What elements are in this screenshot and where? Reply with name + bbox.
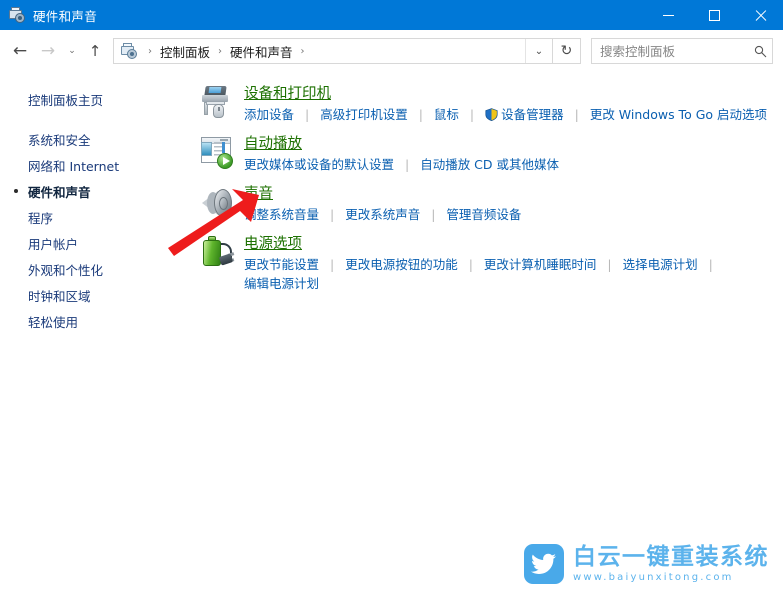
minimize-button[interactable] [645,0,691,30]
autoplay-icon [198,134,236,174]
search-input[interactable] [592,42,750,60]
category-title-link[interactable]: 声音 [244,184,273,204]
refresh-button[interactable]: ↻ [553,38,581,64]
link-advanced-printer-setup[interactable]: 高级打印机设置 [320,107,408,122]
sidebar: 控制面板主页 系统和安全 网络和 Internet 硬件和声音 程序 用户帐户 … [0,72,190,592]
up-arrow-icon: ↑ [88,42,102,60]
minimize-icon [662,14,674,16]
sidebar-item-clock-and-region[interactable]: 时钟和区域 [0,282,190,308]
devices-and-printers-icon [198,84,236,124]
sidebar-item-ease-of-access[interactable]: 轻松使用 [0,308,190,334]
close-icon [754,9,767,22]
address-bar-icon [121,43,137,59]
link-manage-audio-devices[interactable]: 管理音频设备 [446,207,521,222]
content-area: 控制面板主页 系统和安全 网络和 Internet 硬件和声音 程序 用户帐户 … [0,72,783,592]
recent-locations-button[interactable]: ⌄ [62,36,82,66]
uac-shield-icon [485,108,498,121]
back-button[interactable]: ← [6,36,34,66]
watermark-url: www.baiyunxitong.com [573,571,734,583]
forward-button[interactable]: → [34,36,62,66]
sidebar-item-hardware-and-sound[interactable]: 硬件和声音 [0,178,190,204]
address-bar[interactable]: › 控制面板 › 硬件和声音 › ⌄ [113,38,553,64]
sidebar-item-appearance-and-personalization[interactable]: 外观和个性化 [0,256,190,282]
breadcrumb-separator: › [218,45,223,57]
breadcrumb-item-hardware-and-sound[interactable]: 硬件和声音 [227,42,296,61]
category-links: 更改节能设置 | 更改电源按钮的功能 | 更改计算机睡眠时间 | 选择电源计划 … [244,257,713,291]
category-title-link[interactable]: 电源选项 [244,234,302,254]
sidebar-item-label: 用户帐户 [28,236,79,252]
link-change-system-sounds[interactable]: 更改系统声音 [345,207,420,222]
power-options-icon [198,234,236,274]
sidebar-item-home[interactable]: 控制面板主页 [0,86,190,112]
category-links: 添加设备 | 高级打印机设置 | 鼠标 | 设备管理器 | 更改 Windows… [244,107,767,122]
link-change-sleep-time[interactable]: 更改计算机睡眠时间 [484,257,597,272]
category-links: 更改媒体或设备的默认设置 | 自动播放 CD 或其他媒体 [244,157,560,172]
navigation-toolbar: ← → ⌄ ↑ › 控制面板 › 硬件和声音 › ⌄ ↻ [0,30,783,72]
sidebar-item-network-and-internet[interactable]: 网络和 Internet [0,152,190,178]
sidebar-item-label: 网络和 Internet [28,158,120,174]
bird-logo-icon [524,544,564,584]
sidebar-item-system-and-security[interactable]: 系统和安全 [0,126,190,152]
link-mouse[interactable]: 鼠标 [434,107,459,122]
category-devices-and-printers: 设备和打印机 添加设备 | 高级打印机设置 | 鼠标 | 设备管理器 | 更改 … [190,78,783,124]
link-windows-to-go-startup-options[interactable]: 更改 Windows To Go 启动选项 [590,107,767,122]
breadcrumb-separator: › [148,45,152,57]
watermark: 白云一键重装系统 www.baiyunxitong.com [524,544,769,584]
link-change-power-button-behavior[interactable]: 更改电源按钮的功能 [345,257,458,272]
sidebar-item-label: 时钟和区域 [28,288,91,304]
sound-icon [198,184,236,224]
category-power-options: 电源选项 更改节能设置 | 更改电源按钮的功能 | 更改计算机睡眠时间 | 选择… [190,228,783,293]
sidebar-item-label: 硬件和声音 [28,184,91,200]
title-bar: 硬件和声音 [0,0,783,30]
sidebar-item-user-accounts[interactable]: 用户帐户 [0,230,190,256]
link-edit-power-plan[interactable]: 编辑电源计划 [244,276,319,291]
link-adjust-system-volume[interactable]: 调整系统音量 [244,207,319,222]
breadcrumb-separator-trailing[interactable]: › [296,46,310,57]
back-arrow-icon: ← [12,40,28,61]
refresh-icon: ↻ [560,43,573,59]
sidebar-item-label: 系统和安全 [28,132,91,148]
search-icon[interactable] [749,45,772,58]
sidebar-item-label: 外观和个性化 [28,262,104,278]
link-choose-power-plan[interactable]: 选择电源计划 [623,257,698,272]
maximize-button[interactable] [691,0,737,30]
link-change-power-saving-settings[interactable]: 更改节能设置 [244,257,319,272]
breadcrumb-item-control-panel[interactable]: 控制面板 [157,42,213,61]
category-links: 调整系统音量 | 更改系统声音 | 管理音频设备 [244,207,522,222]
maximize-icon [708,9,720,21]
window-controls [645,0,783,30]
category-title-link[interactable]: 设备和打印机 [244,84,331,104]
category-list: 设备和打印机 添加设备 | 高级打印机设置 | 鼠标 | 设备管理器 | 更改 … [190,72,783,592]
watermark-name: 白云一键重装系统 [573,543,769,570]
hardware-and-sound-icon [9,7,25,23]
address-dropdown-button[interactable]: ⌄ [525,39,552,63]
sidebar-item-label: 控制面板主页 [28,92,104,108]
sidebar-item-programs[interactable]: 程序 [0,204,190,230]
category-title-link[interactable]: 自动播放 [244,134,302,154]
chevron-down-icon: ⌄ [534,45,544,57]
up-one-level-button[interactable]: ↑ [82,36,108,66]
chevron-down-icon: ⌄ [68,46,76,56]
window-title: 硬件和声音 [33,8,98,24]
link-change-default-settings-for-media[interactable]: 更改媒体或设备的默认设置 [244,157,394,172]
sidebar-item-label: 程序 [28,210,54,226]
sidebar-item-label: 轻松使用 [28,314,79,330]
search-box[interactable] [591,38,773,64]
link-device-manager[interactable]: 设备管理器 [501,107,564,122]
link-add-device[interactable]: 添加设备 [244,107,294,122]
link-play-cd-or-other-media[interactable]: 自动播放 CD 或其他媒体 [420,157,559,172]
category-autoplay: 自动播放 更改媒体或设备的默认设置 | 自动播放 CD 或其他媒体 [190,128,783,174]
close-button[interactable] [737,0,783,30]
forward-arrow-icon: → [40,40,56,61]
category-sound: 声音 调整系统音量 | 更改系统声音 | 管理音频设备 [190,178,783,224]
